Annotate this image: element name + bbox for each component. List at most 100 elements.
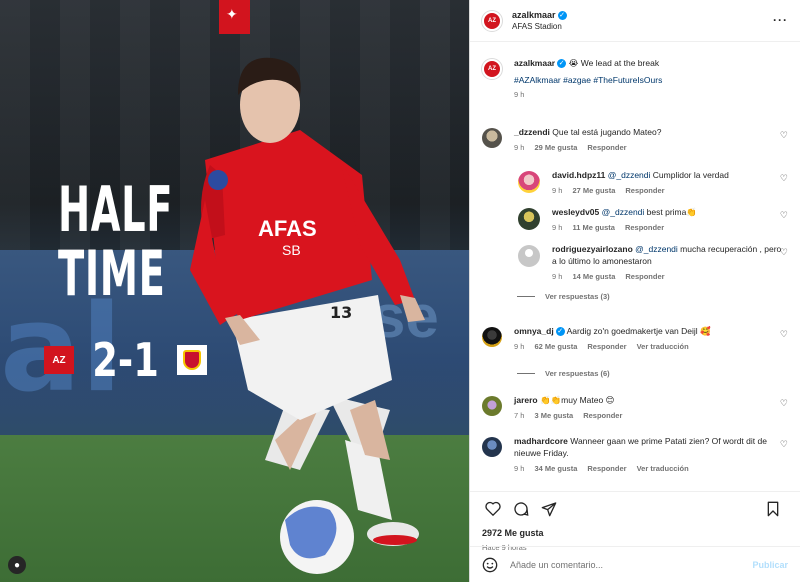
view-replies-label[interactable]: Ver respuestas (6) xyxy=(545,369,610,378)
comment-row: jarero 👏👏muy Mateo 😊 7 h 3 Me gusta Respon… xyxy=(482,394,788,420)
like-icon[interactable] xyxy=(482,498,504,520)
comment-likes[interactable]: 27 Me gusta xyxy=(572,186,615,195)
publish-button[interactable]: Publicar xyxy=(752,560,788,570)
caption: AZ azalkmaar ✓ 😭 We lead at the break #AZ… xyxy=(482,57,788,99)
reply-button[interactable]: Responder xyxy=(625,223,664,232)
comment-username[interactable]: omnya_dj xyxy=(514,326,554,336)
avatar[interactable] xyxy=(518,171,540,193)
home-crest: AZ xyxy=(44,346,74,374)
post-image[interactable]: al se 13 AFA xyxy=(0,0,469,582)
reply-button[interactable]: Responder xyxy=(625,186,664,195)
comment-time: 7 h xyxy=(514,411,525,420)
avatar[interactable] xyxy=(482,437,502,457)
comment-likes[interactable]: 62 Me gusta xyxy=(534,342,577,351)
comment-username[interactable]: rodriguezyairlozano xyxy=(552,244,633,254)
reply-row: wesleydv05 @_dzzendi best prima👏 9 h 11 M… xyxy=(518,206,788,232)
comment-time: 9 h xyxy=(514,342,525,351)
like-heart-icon[interactable]: ♡ xyxy=(780,173,788,184)
comment-time: 9 h xyxy=(552,186,563,195)
avatar[interactable]: AZ xyxy=(482,10,502,31)
comment-text: Cumplidor la verdad xyxy=(650,170,729,180)
emoji-icon[interactable] xyxy=(482,557,498,573)
verified-icon: ✓ xyxy=(555,327,565,337)
post-header: AZ azalkmaar ✓ AFAS Stadion ··· xyxy=(470,0,800,42)
avatar[interactable]: AZ xyxy=(482,59,502,79)
caption-text: 😭 We lead at the break xyxy=(568,58,660,68)
score: 2-1 xyxy=(92,333,159,387)
comment-likes[interactable]: 29 Me gusta xyxy=(534,143,577,152)
caption-time: 9 h xyxy=(514,90,525,99)
comment-username[interactable]: _dzzendi xyxy=(514,127,550,137)
likes-count[interactable]: 2972 Me gusta xyxy=(470,528,800,538)
post-sidebar: AZ azalkmaar ✓ AFAS Stadion ··· AZ azalkm… xyxy=(469,0,800,582)
reply-row: rodriguezyairlozano @_dzzendi mucha recu… xyxy=(518,243,788,281)
avatar[interactable] xyxy=(518,245,540,267)
comment-time: 9 h xyxy=(552,272,563,281)
svg-text:13: 13 xyxy=(330,303,352,322)
avatar[interactable] xyxy=(518,208,540,230)
avatar[interactable] xyxy=(482,128,502,148)
comment-text: Que tal está jugando Mateo? xyxy=(552,127,662,137)
tagged-users-icon[interactable]: ● xyxy=(8,556,26,574)
reply-button[interactable]: Responder xyxy=(587,143,626,152)
verified-icon: ✓ xyxy=(557,11,567,21)
headline-line-1: HALF xyxy=(58,173,174,246)
save-bookmark-icon[interactable] xyxy=(762,498,784,520)
comment-likes[interactable]: 3 Me gusta xyxy=(534,411,573,420)
comment-username[interactable]: jarero xyxy=(514,395,538,405)
more-options-icon[interactable]: ··· xyxy=(773,13,788,27)
club-badge: ✦ xyxy=(219,0,250,34)
comment-likes[interactable]: 11 Me gusta xyxy=(572,223,615,232)
post-location[interactable]: AFAS Stadion xyxy=(512,22,567,31)
post-username[interactable]: azalkmaar xyxy=(512,10,556,20)
like-heart-icon[interactable]: ♡ xyxy=(780,247,788,258)
away-crest xyxy=(177,345,208,375)
reply-row: david.hdpz11 @_dzzendi Cumplidor la verd… xyxy=(518,169,788,195)
comment-row: omnya_dj ✓ Aardig zo'n goedmakertje van D… xyxy=(482,325,788,351)
comment-text: 👏👏muy Mateo 😊 xyxy=(540,395,615,405)
comment-username[interactable]: david.hdpz11 xyxy=(552,170,605,180)
caption-hashtags[interactable]: #AZAlkmaar #azgae #TheFutureIsOurs xyxy=(514,75,788,85)
svg-text:SB: SB xyxy=(282,242,301,258)
like-heart-icon[interactable]: ♡ xyxy=(780,130,788,141)
comment-row: madhardcore Wanneer gaan we prime Patati… xyxy=(482,435,788,473)
reply-button[interactable]: Responder xyxy=(587,342,626,351)
reply-button[interactable]: Responder xyxy=(583,411,622,420)
reply-button[interactable]: Responder xyxy=(587,464,626,473)
comments-list: AZ azalkmaar ✓ 😭 We lead at the break #AZ… xyxy=(470,42,800,491)
post-dialog: al se 13 AFA xyxy=(0,0,800,582)
reply-button[interactable]: Responder xyxy=(625,272,664,281)
comment-time: 9 h xyxy=(514,464,525,473)
comment-row: _dzzendi Que tal está jugando Mateo? 9 h… xyxy=(482,126,788,152)
view-replies-label[interactable]: Ver respuestas (3) xyxy=(545,292,610,301)
like-heart-icon[interactable]: ♡ xyxy=(780,329,788,340)
verified-icon: ✓ xyxy=(557,59,567,69)
avatar[interactable] xyxy=(482,396,502,416)
comment-likes[interactable]: 14 Me gusta xyxy=(572,272,615,281)
action-bar xyxy=(470,491,800,525)
caption-username[interactable]: azalkmaar xyxy=(514,58,555,68)
mention-link[interactable]: @_dzzendi xyxy=(602,207,645,217)
mention-link[interactable]: @_dzzendi xyxy=(608,170,651,180)
headline-line-2: TIME xyxy=(58,237,166,310)
add-comment-bar: Publicar xyxy=(470,546,800,582)
translate-button[interactable]: Ver traducción xyxy=(637,464,689,473)
view-replies-toggle[interactable]: Ver respuestas (3) xyxy=(517,292,610,301)
scoreline: AZ 2-1 xyxy=(44,333,208,387)
comment-username[interactable]: madhardcore xyxy=(514,436,568,446)
comment-input[interactable] xyxy=(510,559,753,570)
comment-likes[interactable]: 34 Me gusta xyxy=(534,464,577,473)
comment-text: Aardig zo'n goedmakertje van Deijl 🥰 xyxy=(566,326,711,336)
translate-button[interactable]: Ver traducción xyxy=(637,342,689,351)
like-heart-icon[interactable]: ♡ xyxy=(780,439,788,450)
like-heart-icon[interactable]: ♡ xyxy=(780,210,788,221)
like-heart-icon[interactable]: ♡ xyxy=(780,398,788,409)
comment-time: 9 h xyxy=(514,143,525,152)
comment-icon[interactable] xyxy=(510,498,532,520)
comment-username[interactable]: wesleydv05 xyxy=(552,207,599,217)
share-icon[interactable] xyxy=(538,498,560,520)
avatar[interactable] xyxy=(482,327,502,347)
comment-time: 9 h xyxy=(552,223,563,232)
view-replies-toggle[interactable]: Ver respuestas (6) xyxy=(517,369,610,378)
mention-link[interactable]: @_dzzendi xyxy=(635,244,678,254)
